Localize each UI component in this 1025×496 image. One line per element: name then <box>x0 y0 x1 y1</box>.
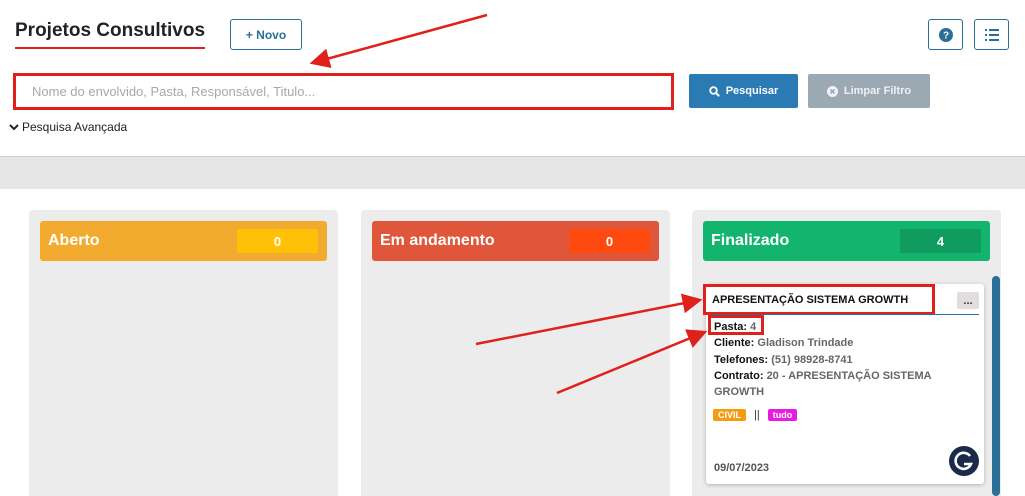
tag-separator: || <box>754 409 760 421</box>
column-header-aberto: Aberto 0 <box>40 221 327 261</box>
card-title-highlight: APRESENTAÇÃO SISTEMA GROWTH <box>703 284 935 315</box>
tag-civil[interactable]: CIVIL <box>713 409 747 421</box>
app-root: Projetos Consultivos + Novo ? Pesquisar <box>0 0 1025 496</box>
search-button[interactable]: Pesquisar <box>689 74 798 108</box>
new-button[interactable]: + Novo <box>230 19 302 50</box>
telefones-label: Telefones: <box>714 354 769 366</box>
card-more-button[interactable]: ... <box>957 292 979 309</box>
search-input[interactable] <box>16 76 671 107</box>
card-field-telefones: Telefones: (51) 98928-8741 <box>714 352 853 368</box>
column-title: Em andamento <box>380 232 495 249</box>
page-title: Projetos Consultivos <box>15 20 206 41</box>
column-title: Aberto <box>48 232 100 249</box>
growth-logo-icon <box>954 451 973 471</box>
search-button-label: Pesquisar <box>725 85 779 97</box>
pasta-label: Pasta: <box>714 321 748 333</box>
filter-band <box>0 156 1025 189</box>
cliente-label: Cliente: <box>714 337 755 349</box>
clear-filter-button[interactable]: Limpar Filtro <box>808 74 930 108</box>
chevron-down-icon <box>9 124 19 131</box>
list-view-button[interactable] <box>974 19 1009 50</box>
advanced-search-toggle[interactable]: Pesquisa Avançada <box>9 120 127 134</box>
title-underline <box>15 47 205 49</box>
column-header-finalizado: Finalizado 4 <box>703 221 990 261</box>
column-aberto: Aberto 0 <box>29 210 338 496</box>
help-button[interactable]: ? <box>928 19 963 50</box>
card-tags: CIVIL || tudo <box>713 409 798 421</box>
telefones-value: (51) 98928-8741 <box>771 354 853 366</box>
card-field-cliente: Cliente: Gladison Trindade <box>714 335 853 351</box>
contrato-label: Contrato: <box>714 370 764 382</box>
pasta-value: 4 <box>750 321 757 333</box>
avatar <box>949 446 979 476</box>
card-date: 09/07/2023 <box>714 462 770 474</box>
project-card[interactable]: APRESENTAÇÃO SISTEMA GROWTH ... Pasta: 4… <box>703 284 984 484</box>
column-count-badge: 4 <box>900 229 981 253</box>
question-icon: ? <box>938 27 953 42</box>
clear-icon <box>826 85 838 97</box>
card-field-pasta: Pasta: 4 <box>714 319 756 335</box>
search-icon <box>709 85 720 97</box>
card-title: APRESENTAÇÃO SISTEMA GROWTH <box>712 293 909 306</box>
column-header-em-andamento: Em andamento 0 <box>372 221 659 261</box>
search-box <box>13 73 674 110</box>
advanced-search-label: Pesquisa Avançada <box>22 120 128 134</box>
svg-text:?: ? <box>942 30 948 41</box>
column-title: Finalizado <box>711 232 790 249</box>
list-icon <box>984 28 999 41</box>
clear-filter-label: Limpar Filtro <box>843 85 912 97</box>
column-count-badge: 0 <box>237 229 318 253</box>
column-scrollbar[interactable] <box>992 276 1000 496</box>
column-count-badge: 0 <box>569 229 650 253</box>
arrow-to-search <box>309 13 488 69</box>
cliente-value: Gladison Trindade <box>757 337 854 349</box>
column-em-andamento: Em andamento 0 <box>361 210 670 496</box>
tag-tudo[interactable]: tudo <box>767 409 798 421</box>
card-field-contrato: Contrato: 20 - APRESENTAÇÃO SISTEMA GROW… <box>714 368 954 400</box>
